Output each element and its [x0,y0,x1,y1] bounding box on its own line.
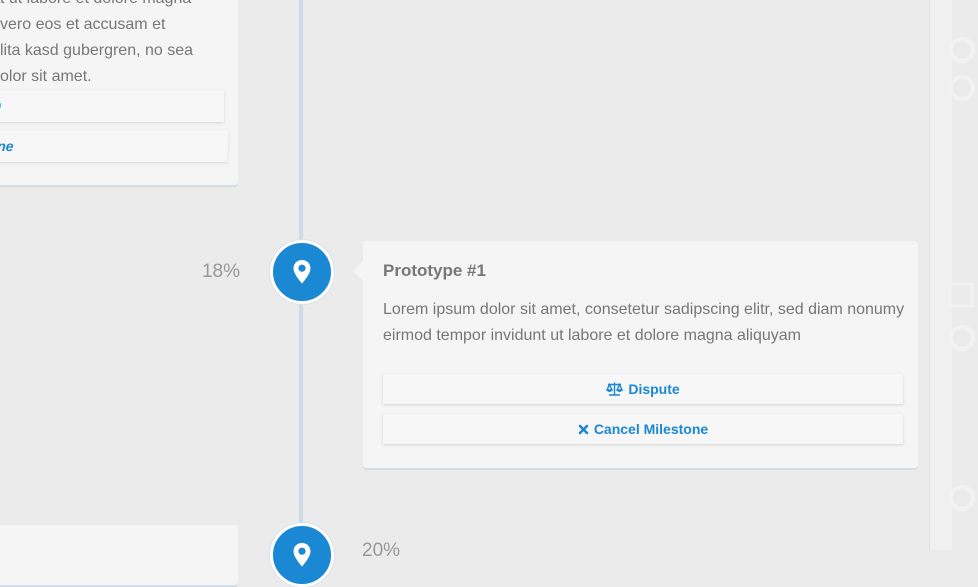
milestone-description: Lorem ipsum dolor sit amet, consetetur s… [383,301,905,344]
previous-milestone-description: t ut labore et dolore magna vero eos et … [0,0,194,85]
dispute-button[interactable]: Dispute [383,374,903,404]
cancel-milestone-button[interactable]: Cancel Milestone [383,414,903,444]
gear-icon [948,282,975,351]
scale-icon [606,382,624,396]
milestone-card: Prototype #1 Lorem ipsum dolor sit amet,… [353,241,918,468]
next-milestone-card [0,525,238,585]
gear-icon [949,37,975,101]
gear-icon [949,485,975,511]
milestone-title: Prototype #1 [383,261,486,280]
map-marker-icon [293,543,311,567]
previous-cancel-label: tone [0,138,14,154]
dispute-icon [0,103,1,108]
map-marker-icon [293,260,311,284]
cancel-milestone-label: Cancel Milestone [593,421,709,437]
next-milestone-percent: 20% [362,540,401,561]
next-milestone-node [270,523,334,587]
milestone-percent: 18% [201,261,240,282]
milestone-node [270,240,334,304]
close-icon [578,424,589,434]
dispute-label: Dispute [628,381,680,397]
previous-cancel-milestone-button[interactable]: tone [0,130,229,162]
previous-dispute-button[interactable] [0,90,224,122]
